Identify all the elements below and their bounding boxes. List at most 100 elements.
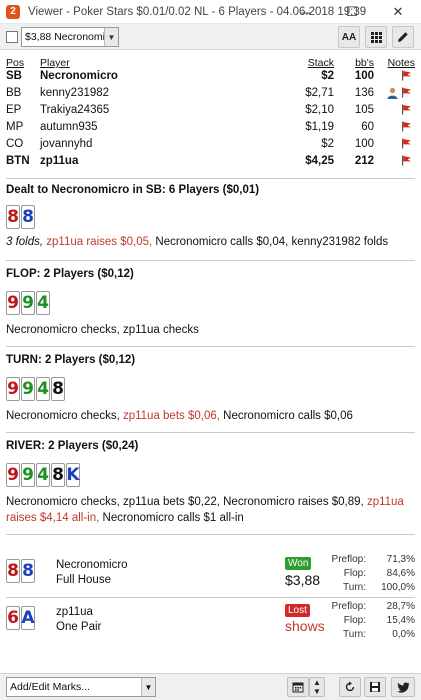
player-stack: $2,10 [305, 104, 334, 116]
playing-card: 8 [6, 205, 20, 229]
replay-button[interactable] [339, 677, 361, 697]
chevron-down-icon[interactable]: ▼ [141, 678, 155, 696]
col-header-pos[interactable]: Pos [6, 57, 24, 69]
twitter-icon [396, 681, 409, 693]
col-header-notes[interactable]: Notes [388, 57, 415, 69]
player-row[interactable]: BB kenny231982 $2,71 136 [0, 86, 421, 103]
minimize-button[interactable]: ─ [283, 0, 329, 24]
player-position: CO [6, 138, 24, 150]
player-name: autumn935 [40, 121, 98, 133]
preflop-title: Dealt to Necronomicro in SB: 6 Players (… [6, 184, 260, 196]
playing-card: 9 [21, 377, 35, 401]
stat-label: Preflop: [331, 554, 366, 565]
col-header-stack[interactable]: Stack [308, 57, 334, 69]
up-down-arrows-icon: ▲ ▼ [313, 678, 321, 696]
grid-icon [370, 31, 382, 43]
playing-card: 9 [6, 377, 20, 401]
twitter-button[interactable] [391, 677, 415, 697]
app-icon: 2 [6, 4, 20, 19]
player-stack: $1,19 [305, 121, 334, 133]
player-position: SB [6, 70, 22, 82]
flop-title: FLOP: 2 Players ($0,12) [6, 268, 134, 280]
player-bbs: 100 [354, 138, 374, 150]
playing-card: 9 [6, 463, 20, 487]
edit-button[interactable] [392, 26, 414, 48]
flag-icon[interactable] [401, 87, 412, 98]
playing-card: 8 [6, 559, 20, 583]
player-stack: $2,71 [305, 87, 334, 99]
pencil-icon [398, 32, 408, 42]
result-hand-name: Full House [56, 574, 111, 586]
floppy-disk-icon [370, 682, 380, 692]
save-button[interactable] [364, 677, 386, 697]
mark-checkbox[interactable] [6, 31, 18, 43]
title-bar: 2 Viewer - Poker Stars $0.01/0.02 NL - 6… [0, 0, 421, 24]
result-player-name: Necronomicro [56, 559, 128, 571]
sort-spinner[interactable]: ▲ ▼ [309, 677, 325, 697]
player-bbs: 136 [354, 87, 374, 99]
river-action-c: Necronomicro calls $1 all-in [102, 512, 244, 524]
flag-icon[interactable] [401, 121, 412, 132]
stat-label: Flop: [343, 568, 366, 579]
bottom-bar: Add/Edit Marks... ▼ ▲ ▼ [0, 673, 421, 700]
close-button[interactable]: ✕ [375, 0, 421, 24]
result-player-name: zp11ua [56, 606, 93, 618]
player-position: MP [6, 121, 24, 133]
player-row[interactable]: BTN zp11ua $4,25 212 [0, 154, 421, 171]
stat-value: 0,0% [392, 629, 415, 640]
turn-cards: 9948 [6, 377, 65, 401]
flop-cards: 994 [6, 291, 50, 315]
player-position: BB [6, 87, 22, 99]
player-bbs: 60 [361, 121, 374, 133]
playing-card: 9 [6, 291, 20, 315]
replay-icon [345, 681, 355, 692]
player-row[interactable]: SB Necronomicro $2 100 [0, 69, 421, 86]
col-header-bbs[interactable]: bb's [355, 57, 374, 69]
playing-card: 8 [51, 463, 65, 487]
playing-card: 4 [36, 377, 50, 401]
marks-select[interactable]: Add/Edit Marks... ▼ [6, 677, 156, 697]
turn-action-b: zp11ua bets $0,06, [122, 410, 220, 422]
result-hand-name: One Pair [56, 621, 102, 633]
calendar-button[interactable] [287, 677, 309, 697]
river-action: Necronomicro checks, zp11ua bets $0,22, … [6, 494, 416, 526]
preflop-cards: 88 [6, 205, 35, 229]
chevron-down-icon[interactable]: ▼ [104, 28, 118, 46]
preflop-action-rest: Necronomicro calls $0,04, kenny231982 fo… [155, 236, 389, 248]
playing-card: K [66, 463, 80, 487]
river-action-a: Necronomicro checks, zp11ua bets $0,22, … [6, 496, 364, 508]
result-cards: 6A [6, 606, 35, 630]
flag-icon[interactable] [401, 104, 412, 115]
marks-select-value: Add/Edit Marks... [10, 681, 90, 693]
player-row[interactable]: EP Trakiya24365 $2,10 105 [0, 103, 421, 120]
flag-icon[interactable] [401, 155, 412, 166]
maximize-button[interactable]: ☐ [329, 0, 375, 24]
col-header-player[interactable]: Player [40, 57, 70, 69]
divider [6, 178, 415, 179]
player-bbs: 100 [354, 70, 374, 82]
flag-icon[interactable] [401, 70, 412, 81]
player-name: zp11ua [40, 155, 79, 167]
stat-label: Turn: [343, 629, 366, 640]
stat-value: 100,0% [381, 582, 415, 593]
grid-button[interactable] [365, 26, 387, 48]
player-row[interactable]: MP autumn935 $1,19 60 [0, 120, 421, 137]
divider [6, 260, 415, 261]
player-position: EP [6, 104, 22, 116]
preflop-action-raise: zp11ua raises $0,05, [46, 236, 153, 248]
river-cards: 9948K [6, 463, 80, 487]
player-row[interactable]: CO jovannyhd $2 100 [0, 137, 421, 154]
river-title: RIVER: 2 Players ($0,24) [6, 440, 139, 452]
player-position: BTN [6, 155, 30, 167]
divider [6, 346, 415, 347]
turn-action-a: Necronomicro checks, [6, 410, 120, 422]
avatar-icon[interactable] [387, 87, 398, 99]
player-stack: $2 [321, 70, 334, 82]
divider [6, 597, 415, 598]
stat-value: 84,6% [386, 568, 415, 579]
playing-card: 9 [21, 463, 35, 487]
font-size-button[interactable]: AA [338, 26, 360, 48]
flag-icon[interactable] [401, 138, 412, 149]
player-name: Trakiya24365 [40, 104, 110, 116]
hand-select[interactable]: $3,88 Necronomic ▼ [21, 27, 119, 47]
